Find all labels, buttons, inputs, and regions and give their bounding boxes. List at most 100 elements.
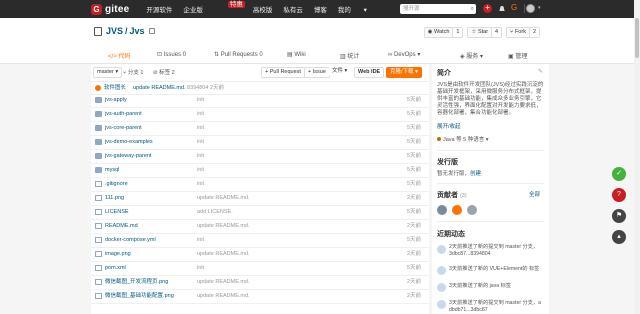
file-name[interactable]: README.md [105,220,138,233]
nav-enterprise[interactable]: 企业版 特惠 [183,1,245,14]
gitee-logo[interactable]: G gitee [91,3,129,15]
file-row[interactable]: .gitignore init 5天前 [91,178,429,192]
file-menu[interactable]: 文件 ▾ [329,67,351,76]
file-row[interactable]: 微信截图_基础功能配置.png update README.md. 2天前 [91,290,429,304]
activity-item[interactable]: 3天前推送了新的 VUE+Element的 标签 [449,266,546,273]
user-avatar[interactable] [526,4,535,13]
tab-devops[interactable]: ∞ DevOps ▾ [388,51,420,62]
file-row[interactable]: jvs-apply init 5天前 [91,94,429,108]
search-icon[interactable]: ⌕ [471,4,474,14]
expand-toggle[interactable]: 展开/收起 [437,124,461,131]
file-commit-message[interactable]: update README.md. [197,192,250,205]
nav-university[interactable]: 高校版 [253,4,273,14]
back-to-top-button[interactable]: ▴ [612,230,626,244]
file-row[interactable]: mysql init 5天前 [91,164,429,178]
activity-item[interactable]: 2天前推送了新的提交到 master 分支， 3dbc87...8394804 [449,244,546,258]
edit-icon[interactable]: ✎ [538,68,543,75]
file-name[interactable]: jvs-gateway-parent [105,150,151,163]
file-name[interactable]: jvs-core-parent [105,122,142,135]
star-button[interactable]: ☆ Star 4 [467,27,503,38]
watch-button[interactable]: ◉ Watch 1 [423,27,464,38]
commit-message[interactable]: update README.md. [133,82,186,94]
file-row[interactable]: image.png update README.md. 2天前 [91,248,429,262]
file-commit-message[interactable]: update README.md. [197,248,250,261]
file-commit-message[interactable]: init [197,94,204,107]
file-row[interactable]: jvs-core-parent init 5天前 [91,122,429,136]
file-name[interactable]: jvs-auth-parent [105,108,142,121]
file-name[interactable]: jvs-apply [105,94,127,107]
file-commit-message[interactable]: update README.md. [197,290,250,303]
file-row[interactable]: pom.xml init 5天前 [91,262,429,276]
file-row[interactable]: docker-compose.yml init 5天前 [91,234,429,248]
report-float-button[interactable]: ⚑ [612,209,626,223]
repo-name-link[interactable]: Jvs [130,26,145,36]
file-row[interactable]: jvs-gateway-parent init 5天前 [91,150,429,164]
file-name[interactable]: LICENSE [105,206,129,219]
file-name[interactable]: mysql [105,164,119,177]
file-row[interactable]: 微信截图_开发流程页.png update README.md. 2天前 [91,276,429,290]
commit-author[interactable]: 软件图长 [104,82,126,94]
file-name[interactable]: 微信截图_开发流程页.png [105,276,168,289]
page-scrollbar[interactable] [634,0,640,314]
file-row[interactable]: jvs-auth-parent init 5天前 [91,108,429,122]
file-name[interactable]: jvs-demo-examples [105,136,153,149]
file-name[interactable]: .gitignore [105,178,128,191]
file-commit-message[interactable]: update README.md. [197,276,250,289]
nav-open-source[interactable]: 开源软件 [146,4,172,14]
commit-hash[interactable]: 8394804 [187,82,208,94]
create-release-link[interactable]: 创建 [470,171,481,177]
web-ide-button[interactable]: Web IDE [354,67,385,78]
tab-wiki[interactable]: ▤ Wiki [287,51,306,62]
scrollbar-thumb[interactable] [635,18,639,58]
issue-button[interactable]: + Issue [304,67,330,78]
contributors-all-link[interactable]: 全部 [529,192,540,199]
contributor-avatar[interactable] [437,205,447,215]
activity-item[interactable]: 3天前推送了新的 java 标签 [449,283,546,290]
bell-icon[interactable] [498,5,506,13]
file-name[interactable]: image.png [105,248,131,261]
chevron-down-icon[interactable]: ▾ [538,5,541,11]
tab-pull-requests[interactable]: ⇅ Pull Requests 0 [214,51,263,62]
contributor-avatar[interactable] [452,205,462,215]
file-commit-message[interactable]: add LICENSE. [197,206,233,219]
file-row[interactable]: README.md update README.md. 2天前 [91,220,429,234]
language-info[interactable]: Java 等 5 种语言 ▾ [437,137,489,144]
nav-blog[interactable]: 博客 [314,4,327,14]
check-float-button[interactable]: ✓ [612,167,626,181]
file-commit-message[interactable]: init [197,136,204,149]
file-commit-message[interactable]: init [197,150,204,163]
gitee-badge-icon[interactable]: G [511,3,519,12]
file-name[interactable]: 111.png [105,192,124,205]
pull-request-button[interactable]: + Pull Request [261,67,305,78]
tab-issues[interactable]: ⊡ Issues 0 [157,51,186,62]
file-commit-message[interactable]: init [197,164,204,177]
repo-owner-link[interactable]: JVS [106,26,123,36]
contributor-avatar[interactable] [467,205,477,215]
file-name[interactable]: 微信截图_基础功能配置.png [105,290,174,303]
fork-button[interactable]: ⑂ Fork 2 [506,27,540,38]
file-commit-message[interactable]: init [197,108,204,121]
file-name[interactable]: pom.xml [105,262,126,275]
file-commit-message[interactable]: init [197,262,204,275]
file-commit-message[interactable]: init [197,178,204,191]
clone-download-button[interactable]: 克隆/下载 ▾ [386,67,422,78]
file-row[interactable]: jvs-demo-examples init 5天前 [91,136,429,150]
search-input[interactable]: 搜开源 ⌕ [400,4,476,14]
activity-item[interactable]: 3天前推送了新的提交到 master 分支，a dbdb71...3dbc87 [449,300,546,314]
help-float-button[interactable]: ? [612,188,626,202]
create-plus-button[interactable]: + [483,4,492,13]
nav-mine[interactable]: 我的 ▾ [338,4,378,14]
tags-link[interactable]: ⊘ 标签 2 [153,68,175,76]
tab-manage[interactable]: ▣ 管理 [508,51,527,64]
file-row[interactable]: 111.png update README.md. 2天前 [91,192,429,206]
tab-stats[interactable]: ▥ 统计 [340,51,359,64]
branch-select[interactable]: master ▾ [93,67,123,78]
tab-services[interactable]: ◈ 服务 ▾ [460,51,483,64]
file-name[interactable]: docker-compose.yml [105,234,156,247]
branches-link[interactable]: ⑂ 分支 1 [123,68,143,76]
nav-private-cloud[interactable]: 私有云 [283,4,303,14]
file-commit-message[interactable]: init [197,234,204,247]
file-commit-message[interactable]: update README.md. [197,220,250,233]
file-row[interactable]: LICENSE add LICENSE. 5天前 [91,206,429,220]
file-commit-message[interactable]: init [197,122,204,135]
